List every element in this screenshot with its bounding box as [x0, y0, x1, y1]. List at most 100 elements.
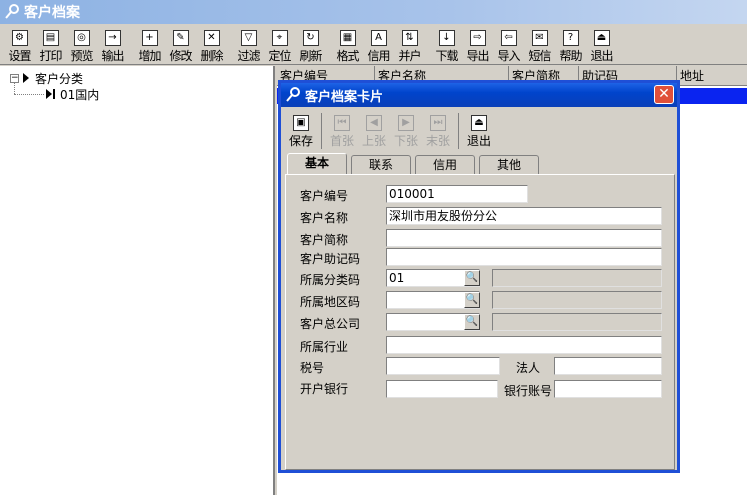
head-office-label: 客户总公司 [300, 317, 361, 331]
sms-icon: ✉ [531, 30, 548, 46]
preview-icon: ◎ [73, 30, 90, 46]
merge-label: 并户 [398, 49, 421, 63]
print-label: 打印 [39, 49, 62, 63]
main-toolbar: ⚙ 设置 ▤ 打印 ◎ 预览 → 输出 + 增加 ✎ 修改 ✕ 删除 ▽ 过滤 ⌖ 定位 ↻ 刷新 … [0, 25, 747, 65]
save-button[interactable]: ▣ 保存 [285, 113, 317, 149]
add-label: 增加 [138, 49, 161, 63]
key-icon [5, 4, 19, 19]
export-icon: → [104, 30, 121, 46]
import-label: 导入 [497, 49, 520, 63]
first-button[interactable]: ⏮ 首张 [326, 113, 358, 149]
export-out-button[interactable]: ⇨ 导出 [462, 27, 493, 63]
tab-basic[interactable]: 基本 [287, 153, 347, 175]
legal-person-field[interactable] [554, 357, 662, 375]
mnemonic-field[interactable] [386, 248, 662, 266]
prev-icon: ◀ [366, 115, 382, 131]
locate-label: 定位 [268, 49, 291, 63]
filter-button[interactable]: ▽ 过滤 [233, 27, 264, 63]
download-button[interactable]: ↓ 下载 [431, 27, 462, 63]
bank-field[interactable] [386, 380, 498, 398]
tree-node-domestic[interactable]: 01国内 [46, 86, 99, 102]
main-title-bar: 客户档案 [0, 0, 747, 24]
bank-account-label: 银行账号 [504, 384, 553, 398]
merge-button[interactable]: ⇅ 并户 [394, 27, 425, 63]
exit-button[interactable]: ⏏ 退出 [586, 27, 617, 63]
settings-label: 设置 [8, 49, 31, 63]
export-label: 输出 [101, 49, 124, 63]
bank-account-field[interactable] [554, 380, 662, 398]
region-name-display [492, 291, 662, 309]
first-icon: ⏮ [334, 115, 350, 131]
lookup-icon[interactable]: 🔍 [464, 292, 480, 308]
locate-button[interactable]: ⌖ 定位 [264, 27, 295, 63]
col-address[interactable]: 地址 [677, 66, 747, 85]
dialog-exit-button[interactable]: ⏏ 退出 [463, 113, 495, 149]
lookup-icon[interactable]: 🔍 [464, 314, 480, 330]
print-button[interactable]: ▤ 打印 [35, 27, 66, 63]
save-label: 保存 [288, 134, 313, 148]
download-label: 下载 [435, 49, 458, 63]
tree-node-root[interactable]: − 客户分类 [10, 70, 83, 86]
first-label: 首张 [329, 134, 354, 148]
tab-credit[interactable]: 信用 [415, 155, 475, 175]
format-label: 格式 [336, 49, 359, 63]
mnemonic-label: 客户助记码 [300, 252, 361, 266]
preview-button[interactable]: ◎ 预览 [66, 27, 97, 63]
credit-label: 信用 [367, 49, 390, 63]
export-button[interactable]: → 输出 [97, 27, 128, 63]
format-button[interactable]: ▦ 格式 [332, 27, 363, 63]
tab-other[interactable]: 其他 [479, 155, 539, 175]
industry-field[interactable] [386, 336, 662, 354]
exit-label: 退出 [590, 49, 613, 63]
export-out-label: 导出 [466, 49, 489, 63]
prev-label: 上张 [361, 134, 386, 148]
lookup-icon[interactable]: 🔍 [464, 270, 480, 286]
help-label: 帮助 [559, 49, 582, 63]
import-button[interactable]: ⇦ 导入 [493, 27, 524, 63]
category-tree: − 客户分类 01国内 [0, 66, 275, 495]
sms-button[interactable]: ✉ 短信 [524, 27, 555, 63]
delete-button[interactable]: ✕ 删除 [196, 27, 227, 63]
refresh-button[interactable]: ↻ 刷新 [295, 27, 326, 63]
tax-no-field[interactable] [386, 357, 500, 375]
industry-label: 所属行业 [300, 340, 349, 354]
add-icon: + [141, 30, 158, 46]
customer-code-label: 客户编号 [300, 189, 349, 203]
credit-button[interactable]: A 信用 [363, 27, 394, 63]
category-code-label: 所属分类码 [300, 273, 361, 287]
refresh-label: 刷新 [299, 49, 322, 63]
credit-icon: A [370, 30, 387, 46]
help-button[interactable]: ? 帮助 [555, 27, 586, 63]
sms-label: 短信 [528, 49, 551, 63]
customer-card-dialog: 客户档案卡片 ✕ ▣ 保存 ⏮ 首张 ◀ 上张 ▶ 下张 ⏭ 末张 ⏏ 退出 基本 联系 信… [278, 80, 680, 473]
next-button[interactable]: ▶ 下张 [390, 113, 422, 149]
edit-button[interactable]: ✎ 修改 [165, 27, 196, 63]
dialog-toolbar: ▣ 保存 ⏮ 首张 ◀ 上张 ▶ 下张 ⏭ 末张 ⏏ 退出 [285, 113, 495, 149]
head-office-name-display [492, 313, 662, 331]
settings-button[interactable]: ⚙ 设置 [4, 27, 35, 63]
tree-root-label: 客户分类 [35, 71, 84, 86]
dialog-title: 客户档案卡片 [305, 89, 384, 105]
preview-label: 预览 [70, 49, 93, 63]
customer-short-field[interactable] [386, 229, 662, 247]
prev-button[interactable]: ◀ 上张 [358, 113, 390, 149]
save-icon: ▣ [293, 115, 309, 131]
last-label: 末张 [425, 134, 450, 148]
category-name-display [492, 269, 662, 287]
tab-contact[interactable]: 联系 [351, 155, 411, 175]
close-icon[interactable]: ✕ [654, 85, 674, 104]
merge-icon: ⇅ [401, 30, 418, 46]
export-out-icon: ⇨ [469, 30, 486, 46]
add-button[interactable]: + 增加 [134, 27, 165, 63]
help-icon: ? [562, 30, 579, 46]
settings-icon: ⚙ [11, 30, 28, 46]
edit-label: 修改 [169, 49, 192, 63]
customer-code-field[interactable]: 010001 [386, 185, 528, 203]
basic-tab-panel: 客户编号 010001 客户名称 深圳市用友股份分公 客户简称 客户助记码 所属… [285, 174, 675, 470]
last-button[interactable]: ⏭ 末张 [422, 113, 454, 149]
tree-child-label: 01国内 [60, 87, 100, 102]
customer-short-label: 客户简称 [300, 233, 349, 247]
customer-name-field[interactable]: 深圳市用友股份分公 [386, 207, 662, 225]
dialog-exit-label: 退出 [466, 134, 491, 148]
node-arrow-icon [46, 89, 52, 99]
